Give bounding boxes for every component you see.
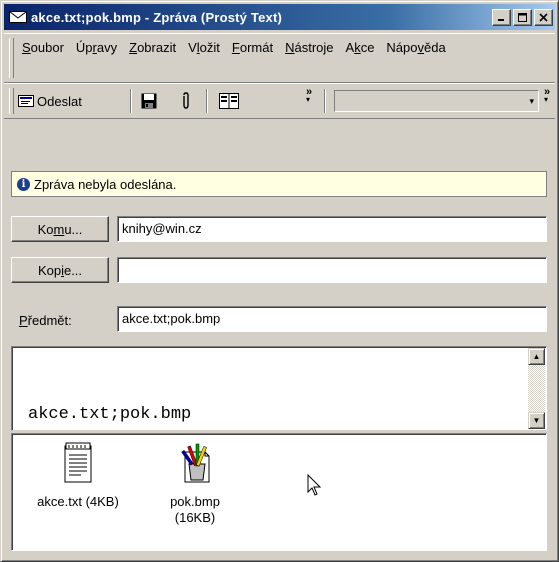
menu-label: ástroje <box>294 40 334 55</box>
scroll-down-button[interactable]: ▼ <box>528 412 545 429</box>
address-book-icon <box>219 93 239 109</box>
minimize-icon <box>498 18 504 21</box>
mail-envelope-icon <box>9 10 27 24</box>
maximize-button[interactable] <box>513 8 532 26</box>
toolbar-separator <box>206 89 208 113</box>
attachment-name: pok.bmp (16KB) <box>170 494 220 525</box>
menu-label: ožit <box>199 40 220 55</box>
paint-bitmap-icon <box>181 443 210 483</box>
title-bar[interactable]: akce.txt;pok.bmp - Zpráva (Prostý Text) <box>4 4 555 30</box>
to-field[interactable]: knihy@win.cz <box>117 216 547 242</box>
info-bar: i Zpráva nebyla odeslána. <box>11 171 547 197</box>
arrow-up-icon: ▲ <box>532 352 541 361</box>
address-book-button[interactable] <box>219 88 239 114</box>
standard-toolbar: Odeslat » ▾ ▾ » ▾ <box>4 83 555 119</box>
attachment-name: akce.txt (4KB) <box>37 494 119 509</box>
to-button-label: Komu... <box>37 221 83 237</box>
info-message: Zpráva nebyla odeslána. <box>34 176 177 192</box>
menu-label: oubor <box>30 40 64 55</box>
send-button[interactable]: Odeslat <box>18 88 82 114</box>
menu-label: V <box>188 40 197 55</box>
message-body[interactable]: akce.txt;pok.bmp ▲ ▼ <box>11 346 547 431</box>
menu-label: ormát <box>239 40 274 55</box>
paperclip-icon <box>183 92 189 109</box>
menu-format[interactable]: Formát <box>229 37 276 59</box>
menu-nastroje[interactable]: Nástroje <box>282 37 336 59</box>
menu-akce[interactable]: Akce <box>343 37 378 59</box>
menu-label: ěda <box>424 40 446 55</box>
menu-label: Úp <box>75 40 93 55</box>
to-button[interactable]: Komu... <box>11 216 109 242</box>
floppy-disk-icon <box>141 93 157 109</box>
attachment-item[interactable]: pok.bmp (16KB) <box>160 442 230 526</box>
cc-button[interactable]: Kopie... <box>11 257 109 283</box>
menu-label: Nápo <box>386 40 418 55</box>
cc-field[interactable] <box>117 257 547 283</box>
message-body-text: akce.txt;pok.bmp <box>28 405 192 424</box>
cc-button-label: Kopie... <box>37 262 83 278</box>
menu-bar: Soubor Úpravy Zobrazit Vložit Formát Nás… <box>4 33 555 83</box>
subject-label: Předmět: <box>19 313 72 328</box>
close-button[interactable] <box>534 8 553 26</box>
menu-vlozit[interactable]: Vložit <box>185 37 223 59</box>
menu-grip[interactable] <box>9 38 14 78</box>
body-scrollbar[interactable]: ▲ ▼ <box>528 348 545 429</box>
toolbar-overflow-chevron[interactable]: » ▾ <box>306 87 312 104</box>
menu-soubor[interactable]: Soubor <box>19 37 67 59</box>
menu-label: avy <box>96 40 118 55</box>
message-window: akce.txt;pok.bmp - Zpráva (Prostý Text) … <box>0 0 559 562</box>
menu-label: A <box>345 40 355 55</box>
toolbar-separator <box>324 89 326 113</box>
info-icon: i <box>17 177 30 191</box>
window-title: akce.txt;pok.bmp - Zpráva (Prostý Text) <box>31 9 283 25</box>
send-label: Odeslat <box>37 93 82 109</box>
menu-accel: S <box>22 40 31 55</box>
toolbar-grip[interactable] <box>9 88 14 114</box>
text-document-icon <box>64 442 92 483</box>
menu-zobrazit[interactable]: Zobrazit <box>126 37 179 59</box>
toolbar-overflow-chevron[interactable]: » ▾ <box>544 87 550 104</box>
menu-napoveda[interactable]: Nápověda <box>383 37 448 59</box>
menu-label: obrazit <box>137 40 177 55</box>
scroll-up-button[interactable]: ▲ <box>528 348 545 365</box>
minimize-button[interactable] <box>492 8 511 26</box>
mouse-cursor-icon <box>307 474 322 496</box>
menu-upravy[interactable]: Úpravy <box>73 37 120 59</box>
maximize-icon <box>518 12 527 22</box>
menu-accel: Z <box>129 40 138 55</box>
save-button[interactable] <box>141 88 157 114</box>
attachment-item[interactable]: akce.txt (4KB) <box>28 442 128 510</box>
toolbar-separator <box>130 89 132 113</box>
attachments-pane: akce.txt (4KB) pok.bmp (16KB) <box>11 433 547 551</box>
subject-field[interactable]: akce.txt;pok.bmp <box>117 306 547 332</box>
menu-accel: F <box>231 40 240 55</box>
menu-label: ce <box>360 40 375 55</box>
toolbar-combo[interactable]: ▾ <box>334 90 539 112</box>
dropdown-arrow-icon: ▾ <box>529 96 534 106</box>
send-message-icon <box>18 95 34 107</box>
close-icon <box>539 12 548 22</box>
attach-file-button[interactable] <box>180 88 192 114</box>
arrow-down-icon: ▼ <box>532 416 541 425</box>
